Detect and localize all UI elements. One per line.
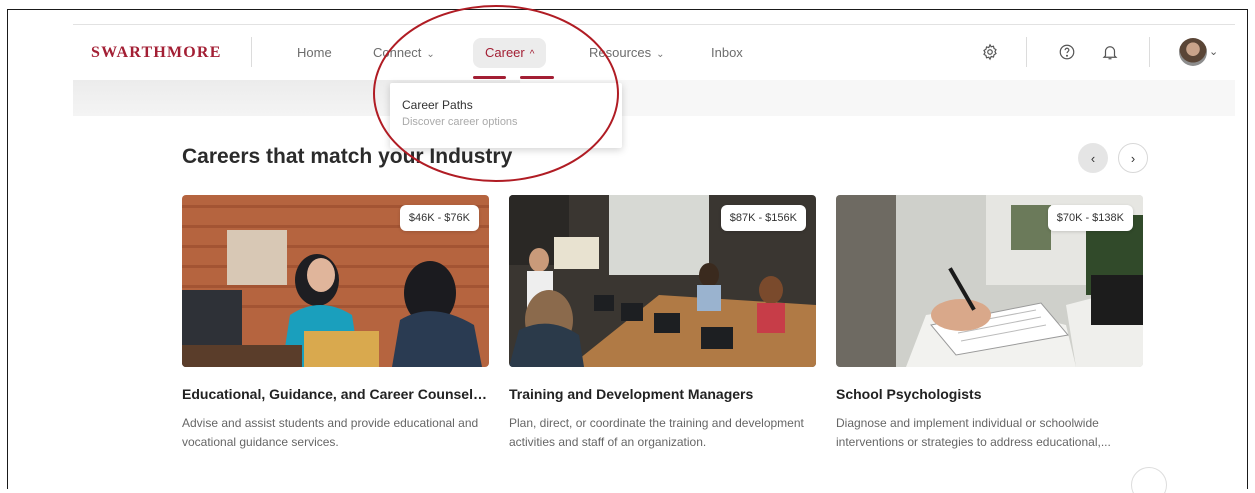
salary-badge: $70K - $138K <box>1047 205 1133 231</box>
nav-career[interactable]: Career ^ <box>473 38 547 68</box>
card-description: Advise and assist students and provide e… <box>182 416 479 449</box>
menu-item-career-paths[interactable]: Career Paths Discover career options <box>402 98 610 128</box>
nav-home-label: Home <box>297 45 332 60</box>
nav-home[interactable]: Home <box>285 38 344 68</box>
card-description: Diagnose and implement individual or sch… <box>836 416 1111 449</box>
section-title: Careers that match your Industry <box>182 145 513 168</box>
career-card[interactable]: $46K - $76K Educational, Guidance, and C… <box>182 195 489 452</box>
salary-badge: $87K - $156K <box>720 205 806 231</box>
swarthmore-logo[interactable]: SWARTHMORE <box>91 44 222 62</box>
chevron-up-icon: ^ <box>529 49 535 60</box>
help-icon <box>1059 44 1075 60</box>
notifications-button[interactable] <box>1098 40 1122 64</box>
top-nav: SWARTHMORE Home Connect ⌄ Career ^ Resourc… <box>73 24 1235 79</box>
card-image: $46K - $76K <box>182 195 489 367</box>
nav-connect[interactable]: Connect ⌄ <box>361 38 447 68</box>
card-image: $70K - $138K <box>836 195 1143 367</box>
active-tab-indicator <box>473 76 506 79</box>
chevron-down-icon[interactable]: ⌄ <box>1209 45 1218 58</box>
career-card[interactable]: $70K - $138K School Psychologists Diagno… <box>836 195 1143 452</box>
header-banner-wave <box>520 80 1235 116</box>
card-image: $87K - $156K <box>509 195 816 367</box>
menu-item-title: Career Paths <box>402 98 473 112</box>
chevron-down-icon: ⌄ <box>656 49 665 60</box>
chevron-right-icon: › <box>1130 150 1136 166</box>
help-button[interactable] <box>1055 40 1079 64</box>
nav-career-label: Career <box>485 45 525 60</box>
active-tab-indicator <box>520 76 554 79</box>
card-title[interactable]: School Psychologists <box>836 386 1143 402</box>
divider <box>1149 37 1150 67</box>
gear-icon <box>983 43 997 61</box>
chevron-left-icon: ‹ <box>1090 150 1096 166</box>
nav-inbox[interactable]: Inbox <box>699 38 755 68</box>
bell-icon <box>1102 46 1118 60</box>
carousel-prev-button[interactable]: ‹ <box>1078 143 1108 173</box>
nav-resources-label: Resources <box>589 45 652 60</box>
divider <box>1026 37 1027 67</box>
career-card[interactable]: $87K - $156K Training and Development Ma… <box>509 195 816 452</box>
card-title[interactable]: Educational, Guidance, and Career Counse… <box>182 386 489 402</box>
nav-resources[interactable]: Resources ⌄ <box>577 38 677 68</box>
salary-badge: $46K - $76K <box>399 205 479 231</box>
carousel-next-button[interactable]: › <box>1118 143 1148 173</box>
avatar[interactable] <box>1179 38 1207 66</box>
card-title[interactable]: Training and Development Managers <box>509 386 816 402</box>
chevron-down-icon: ⌄ <box>426 49 435 60</box>
divider <box>251 37 252 67</box>
card-description: Plan, direct, or coordinate the training… <box>509 416 804 449</box>
nav-connect-label: Connect <box>373 45 422 60</box>
settings-button[interactable] <box>978 40 1002 64</box>
menu-item-subtitle: Discover career options <box>402 116 518 128</box>
career-dropdown-menu: Career Paths Discover career options <box>390 83 622 148</box>
nav-inbox-label: Inbox <box>711 45 743 60</box>
